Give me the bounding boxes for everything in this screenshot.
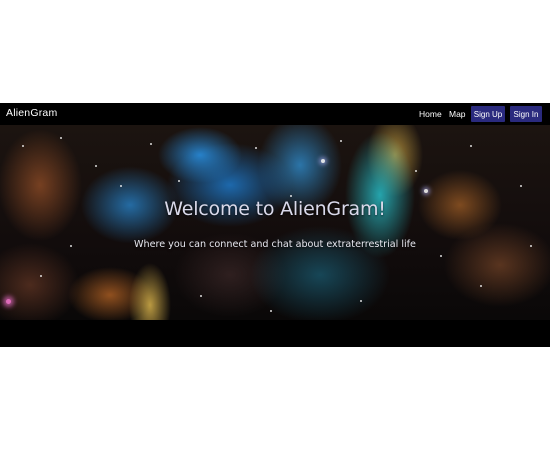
- page: AlienGram Home Map Sign Up Sign In Welco…: [0, 0, 550, 450]
- star: [178, 180, 180, 182]
- star: [120, 185, 122, 187]
- star: [22, 145, 24, 147]
- nebula-background-image: [0, 125, 550, 320]
- star: [415, 170, 417, 172]
- star: [200, 295, 202, 297]
- bright-star: [6, 299, 11, 304]
- bright-star: [424, 189, 428, 193]
- star: [520, 185, 522, 187]
- star: [255, 147, 257, 149]
- site-frame: AlienGram Home Map Sign Up Sign In Welco…: [0, 103, 550, 347]
- star: [440, 255, 442, 257]
- navbar: AlienGram Home Map Sign Up Sign In: [0, 103, 550, 125]
- star: [150, 143, 152, 145]
- star: [290, 195, 292, 197]
- star: [270, 310, 272, 312]
- brand-logo[interactable]: AlienGram: [6, 107, 57, 119]
- star: [470, 145, 472, 147]
- nav-link-map[interactable]: Map: [449, 109, 466, 119]
- hero-subtitle: Where you can connect and chat about ext…: [134, 239, 416, 250]
- star: [95, 165, 97, 167]
- bright-star: [321, 159, 325, 163]
- sign-in-button[interactable]: Sign In: [510, 106, 542, 122]
- nav-link-home[interactable]: Home: [419, 109, 442, 119]
- sign-up-button[interactable]: Sign Up: [471, 106, 505, 122]
- star: [480, 285, 482, 287]
- star: [40, 275, 42, 277]
- star: [340, 140, 342, 142]
- hero-banner: Welcome to AlienGram! Where you can conn…: [0, 125, 550, 320]
- star: [60, 137, 62, 139]
- hero-title: Welcome to AlienGram!: [164, 198, 386, 220]
- star: [360, 300, 362, 302]
- footer-band: [0, 320, 550, 347]
